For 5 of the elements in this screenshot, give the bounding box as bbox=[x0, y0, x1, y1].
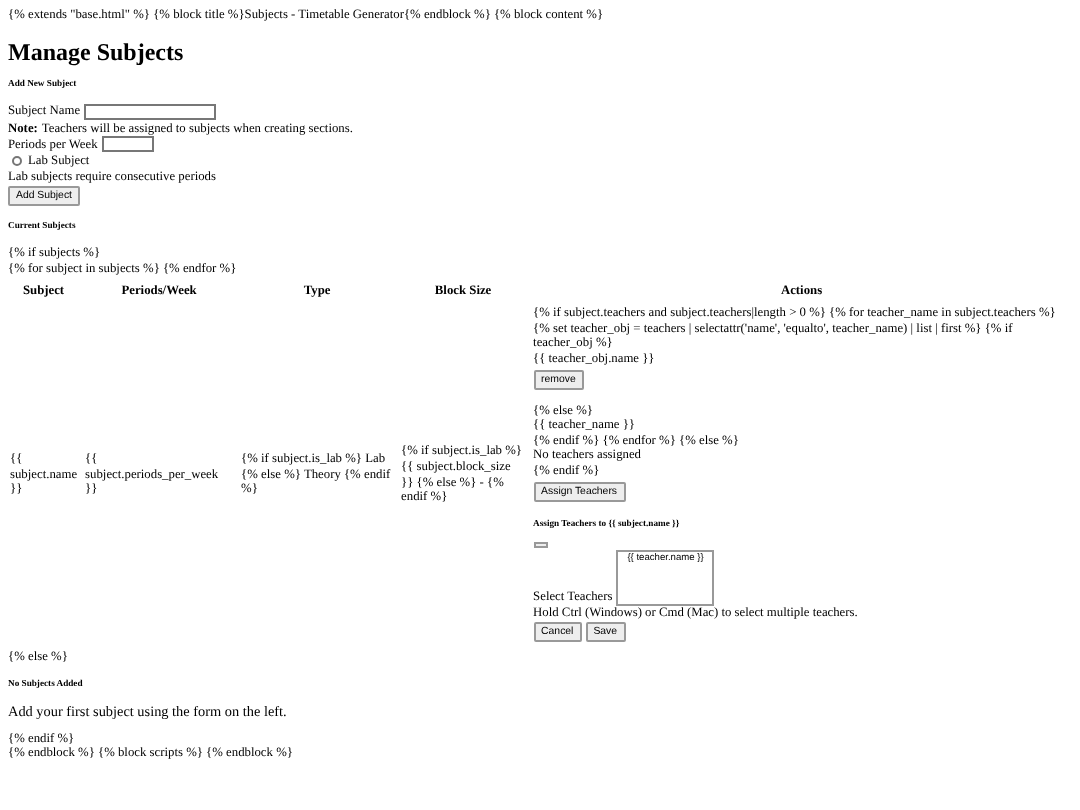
lab-checkbox[interactable] bbox=[12, 156, 22, 167]
page-title: Manage Subjects bbox=[8, 37, 186, 66]
periods-input[interactable] bbox=[101, 136, 154, 153]
close-button[interactable] bbox=[533, 541, 548, 547]
subject-name-input[interactable] bbox=[84, 103, 217, 120]
